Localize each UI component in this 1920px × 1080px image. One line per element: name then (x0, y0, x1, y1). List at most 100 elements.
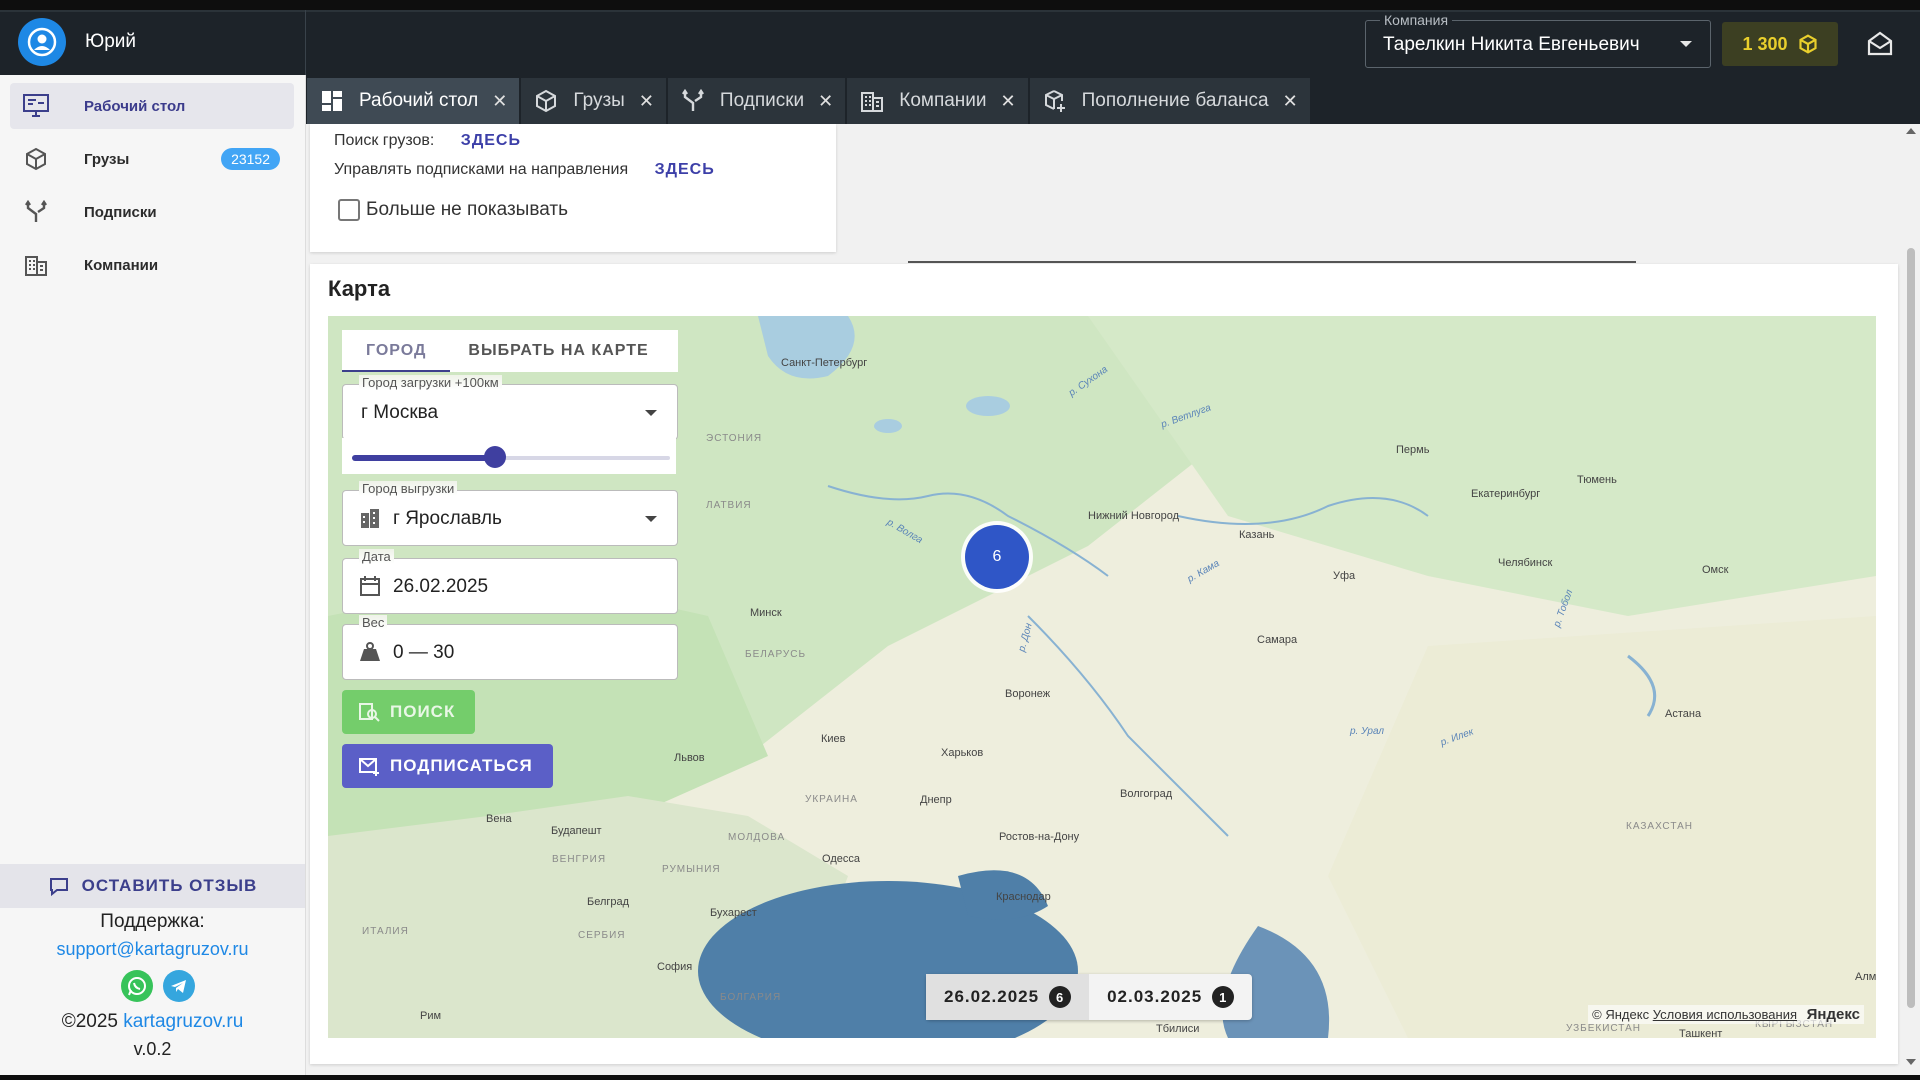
whatsapp-icon[interactable] (121, 970, 153, 1002)
subs-here-link[interactable]: ЗДЕСЬ (655, 161, 715, 178)
sidebar-item-companies[interactable]: Компании (10, 242, 294, 288)
scroll-thumb[interactable] (1907, 248, 1915, 1008)
balance-button[interactable]: 1 300 (1722, 22, 1838, 66)
radius-slider[interactable] (342, 438, 676, 474)
fork-icon (680, 88, 706, 114)
map-city-label: Санкт-Петербург (781, 357, 868, 369)
map-city-label: Рим (420, 1010, 442, 1022)
sidebar-item-dashboard[interactable]: Рабочий стол (10, 83, 294, 129)
map-city-label: Пермь (1396, 444, 1430, 456)
map-city-label: Ростов-на-Дону (999, 831, 1080, 843)
unload-city-select[interactable]: Город выгрузки г Ярославль (342, 481, 678, 546)
map-city-label: Самара (1257, 634, 1298, 646)
sidebar-item-subscriptions[interactable]: Подписки (10, 189, 294, 235)
tab-label: Грузы (573, 90, 625, 111)
map-country-label: БЕЛАРУСЬ (745, 649, 807, 660)
app-version: v.0.2 (133, 1039, 172, 1059)
user-avatar-icon[interactable] (18, 18, 66, 66)
chevron-down-icon[interactable] (1680, 41, 1692, 47)
map-city-label: Нижний Новгород (1088, 510, 1180, 522)
building-icon (22, 251, 50, 279)
close-icon[interactable]: ✕ (1283, 91, 1298, 112)
subscribe-button[interactable]: ПОДПИСАТЬСЯ (342, 744, 553, 788)
cluster-count: 6 (992, 548, 1002, 565)
map-city-label: Бухарест (710, 907, 757, 919)
map-city-label: Уфа (1333, 570, 1356, 582)
tab-label: Пополнение баланса (1081, 90, 1269, 111)
company-select[interactable]: Компания Тарелкин Никита Евгеньевич (1365, 12, 1711, 68)
map-city-label: Челябинск (1498, 557, 1553, 569)
telegram-icon[interactable] (163, 970, 195, 1002)
date-chip-label: 02.03.2025 (1107, 987, 1203, 1006)
tab-pick-on-map[interactable]: ВЫБРАТЬ НА КАРТЕ (468, 342, 648, 360)
map-city-label: Краснодар (996, 891, 1051, 903)
copyright-year: ©2025 (61, 1011, 118, 1032)
dont-show-checkbox[interactable] (338, 199, 360, 221)
map-city-label: Казань (1239, 529, 1275, 541)
date-value: 26.02.2025 (393, 576, 489, 597)
support-email-link[interactable]: support@kartagruzov.ru (0, 939, 305, 960)
user-block[interactable]: Юрий (0, 10, 305, 74)
map-country-label: УКРАИНА (805, 794, 858, 805)
tab-city[interactable]: ГОРОД (366, 342, 426, 360)
search-here-link[interactable]: ЗДЕСЬ (461, 132, 521, 149)
subs-info-label: Управлять подписками на направления (334, 161, 629, 178)
calendar-icon (359, 575, 381, 597)
scroll-down-icon[interactable] (1906, 1059, 1916, 1065)
box-icon (22, 145, 50, 173)
close-icon[interactable]: ✕ (1001, 91, 1016, 112)
map-view[interactable]: Санкт-Петербург Пермь Тюмень Екатеринбур… (328, 316, 1876, 1038)
close-icon[interactable]: ✕ (639, 91, 654, 112)
map-city-label: Белград (587, 896, 630, 908)
chevron-down-icon[interactable] (645, 410, 657, 416)
tab-cargo[interactable]: Грузы ✕ (521, 78, 666, 124)
map-country-label: БОЛГАРИЯ (720, 992, 782, 1003)
map-city-label: Одесса (822, 853, 860, 865)
chevron-down-icon[interactable] (645, 516, 657, 522)
search-mode-tabs: ГОРОД ВЫБРАТЬ НА КАРТЕ (342, 330, 678, 372)
date-chip[interactable]: 02.03.2025 1 (1089, 974, 1252, 1020)
close-icon[interactable]: ✕ (818, 91, 833, 112)
search-button[interactable]: ПОИСК (342, 690, 476, 734)
map-city-label: Тбилиси (1156, 1023, 1200, 1035)
date-field[interactable]: Дата 26.02.2025 (342, 549, 678, 614)
slider-fill (352, 455, 495, 461)
tab-dashboard[interactable]: Рабочий стол ✕ (307, 78, 520, 124)
monitor-icon (22, 92, 50, 120)
date-chip[interactable]: 26.02.2025 6 (926, 974, 1090, 1020)
date-legend: Дата (359, 549, 394, 564)
attribution-text: © Яндекс (1592, 1007, 1650, 1022)
user-name: Юрий (85, 31, 136, 52)
map-country-label: РУМЫНИЯ (662, 864, 721, 875)
tab-underline (342, 370, 450, 372)
scroll-up-icon[interactable] (1906, 128, 1916, 134)
site-link[interactable]: kartagruzov.ru (123, 1011, 243, 1032)
map-card: Карта Санкт-Петербург Пермь Тюмень Екате… (310, 264, 1898, 1064)
slider-handle[interactable] (484, 446, 506, 468)
load-city-select[interactable]: Город загрузки +100км г Москва (342, 375, 678, 440)
terms-link[interactable]: Условия использования (1653, 1007, 1797, 1022)
company-value: Тарелкин Никита Евгеньевич (1383, 34, 1640, 55)
date-chip-count: 6 (1049, 986, 1072, 1008)
map-city-label: Харьков (941, 747, 984, 759)
map-cluster-marker[interactable]: 6 (965, 525, 1029, 589)
weight-field[interactable]: Вес 0 — 30 (342, 615, 678, 680)
page-scrollbar[interactable] (1902, 124, 1920, 1075)
sidebar-item-cargo[interactable]: Грузы 23152 (10, 136, 294, 182)
map-country-label: КАЗАХСТАН (1626, 821, 1693, 832)
tab-companies[interactable]: Компании ✕ (847, 78, 1028, 124)
tab-balance-topup[interactable]: Пополнение баланса ✕ (1029, 78, 1310, 124)
social-links (121, 970, 195, 1002)
date-chip-label: 26.02.2025 (944, 987, 1040, 1006)
map-city-label: Днепр (920, 794, 952, 806)
city-icon (359, 507, 381, 529)
yandex-logo[interactable]: Яндекс (1807, 1006, 1860, 1023)
subscribe-button-label: ПОДПИСАТЬСЯ (390, 756, 533, 775)
feedback-button[interactable]: ОСТАВИТЬ ОТЗЫВ (0, 864, 305, 908)
mail-icon[interactable] (1866, 30, 1894, 58)
map-country-label: ЭСТОНИЯ (706, 433, 763, 444)
tab-subscriptions[interactable]: Подписки ✕ (667, 78, 846, 124)
map-attribution: © Яндекс Условия использования Яндекс (1588, 1005, 1864, 1024)
building-icon (859, 88, 885, 114)
close-icon[interactable]: ✕ (492, 91, 507, 112)
